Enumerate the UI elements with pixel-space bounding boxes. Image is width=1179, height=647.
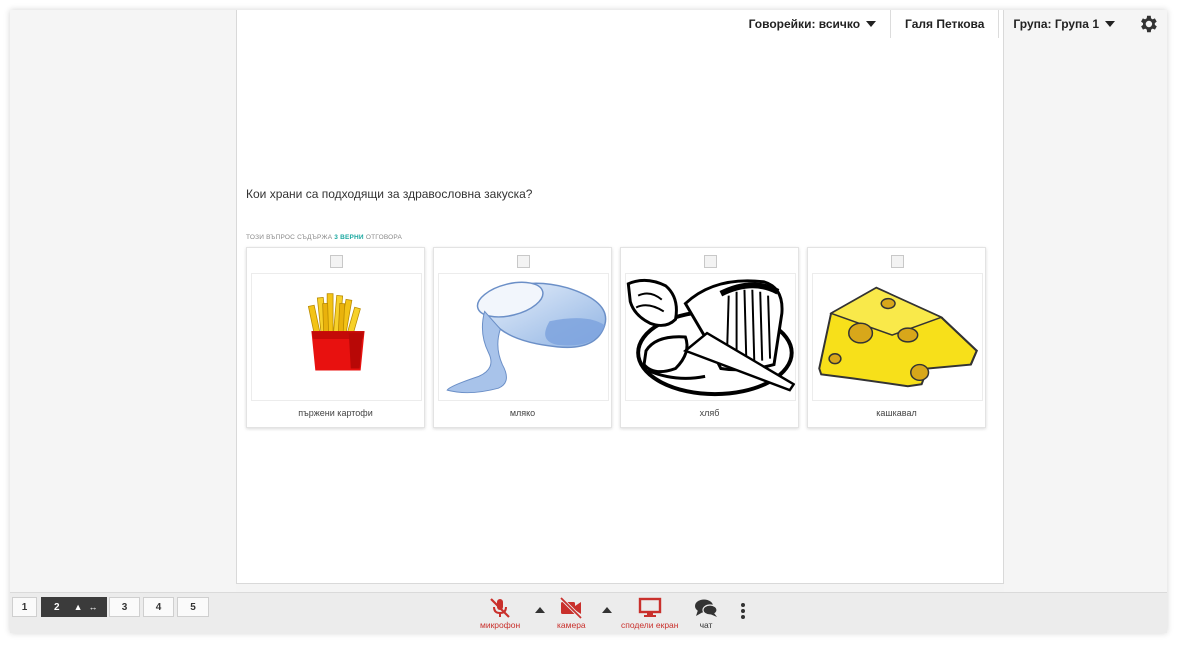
- microphone-muted-icon: [490, 598, 510, 618]
- chat-icon: [695, 599, 718, 617]
- camera-off-icon: [560, 597, 583, 619]
- camera-button[interactable]: камера: [557, 597, 586, 630]
- answer-card-cheese[interactable]: кашкавал: [807, 247, 986, 428]
- note-suffix: ОТГОВОРА: [363, 234, 403, 241]
- speakers-label: Говорейки: всичко: [748, 17, 861, 31]
- microphone-options-arrow-icon[interactable]: [535, 607, 545, 613]
- answer-card-fries[interactable]: пържени картофи: [246, 247, 425, 428]
- chevron-down-icon: [866, 21, 877, 27]
- answer-card-milk[interactable]: мляко: [433, 247, 612, 428]
- microphone-button[interactable]: микрофон: [480, 597, 520, 630]
- answer-label: кашкавал: [876, 408, 917, 418]
- chat-button[interactable]: чат: [694, 597, 718, 630]
- cheese-image: [812, 273, 983, 401]
- answer-label: хляб: [699, 408, 720, 418]
- user-name-label: Галя Петкова: [905, 17, 985, 31]
- chat-label: чат: [699, 620, 713, 630]
- group-dropdown[interactable]: Група: Група 1: [998, 10, 1129, 38]
- speakers-dropdown[interactable]: Говорейки: всичко: [735, 10, 890, 38]
- bottom-toolbar: 1 2 ▲↔ 3 4 5 микрофон камера сподели екр…: [10, 592, 1167, 633]
- content-stage: Кои храни са подходящи за здравословна з…: [236, 10, 1004, 584]
- answer-count-note: ТОЗИ ВЪПРОС СЪДЪРЖА 3 ВЕРНИ ОТГОВОРА: [246, 234, 402, 241]
- question-text: Кои храни са подходящи за здравословна з…: [246, 187, 533, 201]
- answer-checkbox[interactable]: [330, 255, 343, 268]
- slide-button-3[interactable]: 3: [109, 597, 140, 617]
- note-prefix: ТОЗИ ВЪПРОС СЪДЪРЖА: [246, 234, 335, 241]
- bread-image: [625, 273, 796, 401]
- answer-label: мляко: [509, 408, 536, 418]
- answer-checkbox[interactable]: [517, 255, 530, 268]
- more-options-icon[interactable]: [741, 603, 745, 621]
- group-label: Група: Група 1: [1013, 17, 1099, 31]
- slide-button-2-active[interactable]: 2 ▲↔: [41, 597, 107, 617]
- share-screen-label: сподели екран: [621, 620, 679, 630]
- microphone-label: микрофон: [480, 620, 521, 630]
- camera-label: камера: [557, 620, 586, 630]
- fries-image: [251, 273, 422, 401]
- left-panel: [10, 10, 236, 592]
- answer-card-bread[interactable]: хляб: [620, 247, 799, 428]
- slide-button-1[interactable]: 1: [12, 597, 37, 617]
- slide-button-4[interactable]: 4: [143, 597, 174, 617]
- answer-checkbox[interactable]: [891, 255, 904, 268]
- answer-label: пържени картофи: [298, 408, 373, 418]
- camera-options-arrow-icon[interactable]: [602, 607, 612, 613]
- monitor-icon: [638, 597, 661, 617]
- slide-number: 2: [54, 601, 60, 613]
- chevron-down-icon: [1105, 21, 1115, 27]
- slide-button-5[interactable]: 5: [177, 597, 209, 617]
- milk-image: [438, 273, 609, 401]
- top-bar: Говорейки: всичко Галя Петкова Група: Гр…: [735, 10, 1129, 38]
- answer-checkbox[interactable]: [704, 255, 717, 268]
- gear-icon[interactable]: [1137, 13, 1159, 35]
- share-screen-button[interactable]: сподели екран: [621, 597, 678, 630]
- slide-controls-icon[interactable]: ▲↔: [74, 602, 104, 612]
- right-panel: [1004, 10, 1167, 592]
- app-window: Кои храни са подходящи за здравословна з…: [10, 10, 1167, 633]
- note-highlight: 3 ВЕРНИ: [334, 234, 364, 241]
- user-name[interactable]: Галя Петкова: [890, 10, 998, 38]
